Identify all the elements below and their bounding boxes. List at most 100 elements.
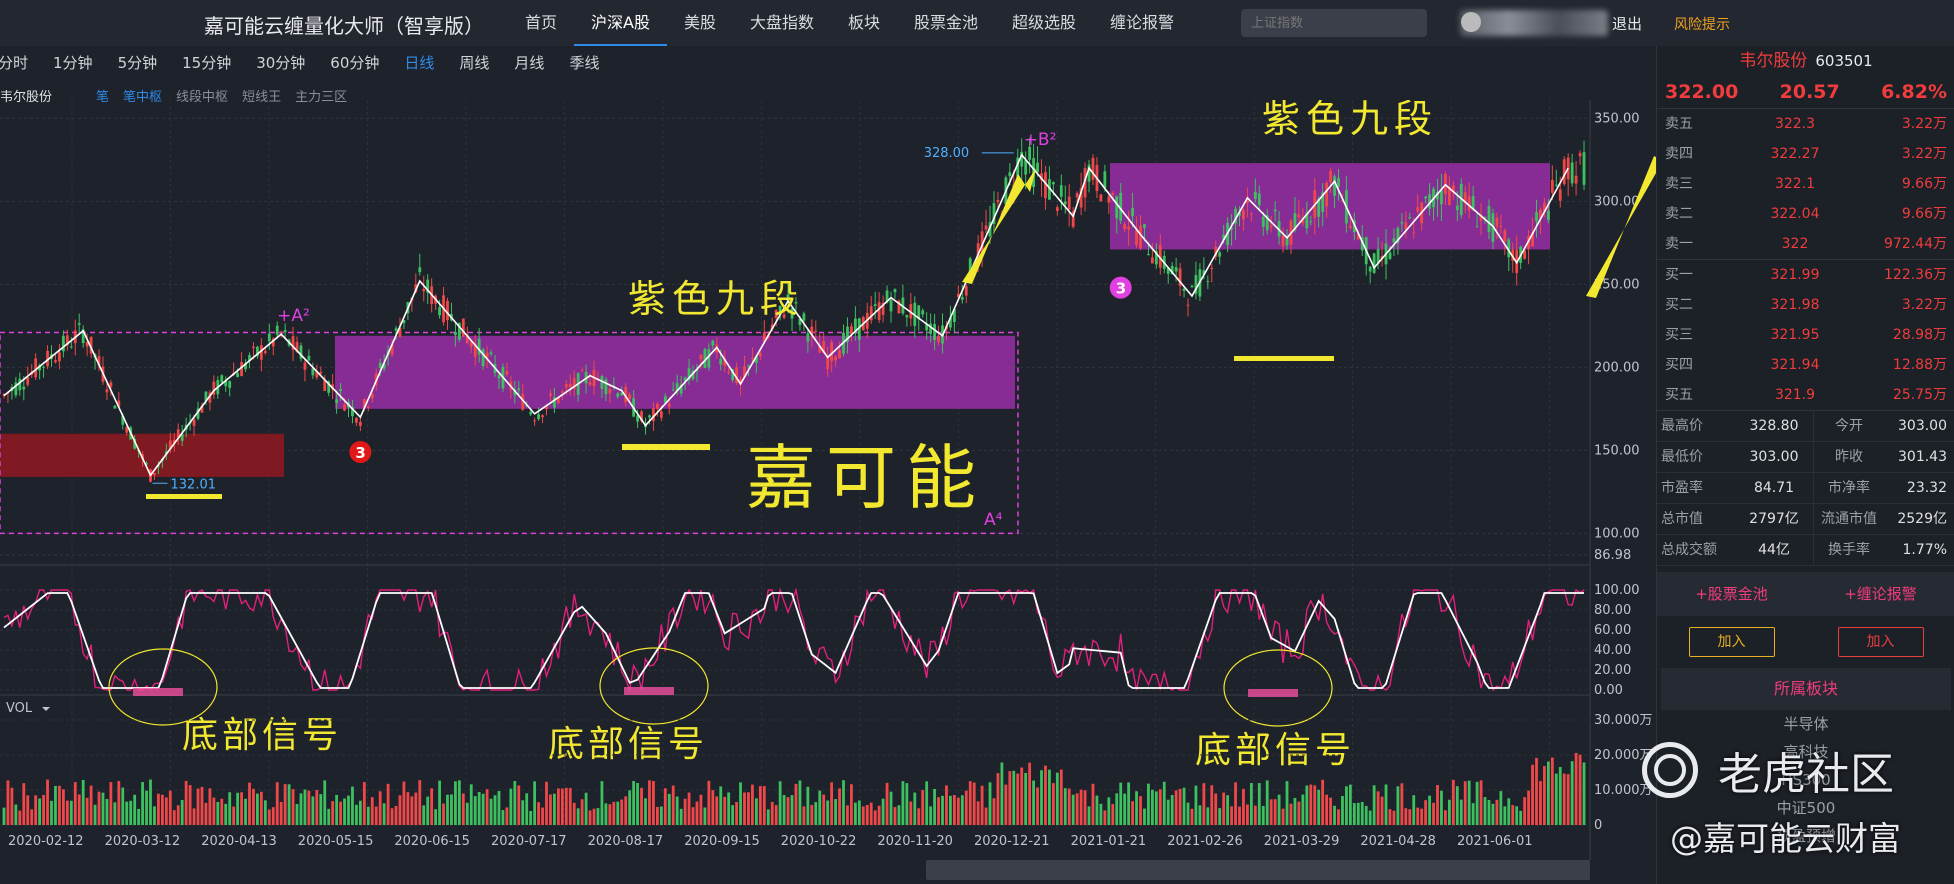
nav-item-3[interactable]: 大盘指数 — [733, 0, 831, 46]
volume-bar — [1083, 790, 1087, 825]
volume-bar — [465, 802, 469, 825]
volume-bar — [1495, 799, 1499, 825]
nav-item-7[interactable]: 缠论报警 — [1093, 0, 1191, 46]
asks-row: 卖四 322.27 3.22万 — [1657, 139, 1954, 169]
period-tab-5[interactable]: 60分钟 — [330, 52, 379, 73]
volume-bar — [988, 782, 992, 825]
volume-bar — [834, 799, 837, 825]
period-tab-4[interactable]: 30分钟 — [256, 52, 305, 73]
period-tab-0[interactable]: 分时 — [0, 52, 28, 73]
volume-bar — [204, 802, 208, 825]
price-tick-label: 86.98 — [1594, 548, 1631, 563]
nav-item-6[interactable]: 超级选股 — [995, 0, 1093, 46]
volume-bar — [937, 797, 940, 825]
candle-body — [1182, 288, 1186, 291]
volume-bar — [1479, 780, 1483, 825]
volume-bar — [394, 806, 398, 825]
nav-item-0[interactable]: 首页 — [508, 0, 574, 46]
volume-bar — [244, 798, 247, 825]
volume-bar — [545, 781, 548, 825]
stat-v2: 303.00 — [1898, 418, 1947, 434]
candle-body — [699, 354, 703, 360]
candle-body — [307, 355, 311, 361]
risk-notice-link[interactable]: 风险提示 — [1674, 14, 1730, 34]
candle-body — [1269, 225, 1273, 228]
logout-link[interactable]: 退出 — [1612, 13, 1642, 34]
main-nav: 首页 沪深A股 美股 大盘指数 板块 股票金池 超级选股 缠论报警 — [508, 0, 1191, 46]
volume-bar — [398, 795, 402, 825]
date-tick-label: 2020-09-15 — [684, 834, 760, 849]
nav-item-4[interactable]: 板块 — [831, 0, 897, 46]
stock-code: 603501 — [1815, 52, 1873, 70]
volume-bar — [271, 807, 275, 825]
chart-scrollbar[interactable] — [926, 860, 1590, 880]
stat-k2: 市净率 — [1828, 480, 1870, 496]
nav-item-2[interactable]: 美股 — [667, 0, 733, 46]
volume-bar — [782, 795, 786, 825]
volume-bar — [133, 794, 137, 825]
search-input[interactable] — [1241, 9, 1427, 37]
volume-bar — [366, 806, 370, 825]
period-tab-9[interactable]: 季线 — [569, 52, 599, 73]
osc-white-line — [3, 592, 1585, 689]
volume-bar — [1174, 790, 1178, 825]
volume-bar — [1000, 762, 1004, 825]
volume-bar — [153, 806, 156, 825]
candle-body — [1257, 193, 1261, 206]
volume-bar — [1048, 769, 1051, 825]
candle-body — [1147, 254, 1150, 256]
volume-bar — [422, 805, 426, 825]
candle-body — [937, 335, 940, 343]
volume-bar — [1531, 764, 1534, 825]
nav-item-1[interactable]: 沪深A股 — [574, 0, 667, 46]
asks-vol: 9.66万 — [1901, 176, 1947, 192]
period-tab-8[interactable]: 月线 — [514, 52, 544, 73]
add-pool-confirm-button[interactable]: 加入 — [1688, 627, 1775, 657]
volume-bar — [303, 789, 307, 825]
volume-bar — [256, 793, 259, 825]
candle-body — [1574, 175, 1578, 184]
period-tab-3[interactable]: 15分钟 — [182, 52, 231, 73]
add-alert-confirm-button[interactable]: 加入 — [1837, 627, 1924, 657]
kline-chart[interactable]: 350.00300.00250.00200.00150.00100.0086.9… — [0, 100, 1656, 860]
volume-bar — [58, 785, 61, 825]
period-tab-1[interactable]: 1分钟 — [53, 52, 93, 73]
volume-bar — [1289, 803, 1293, 825]
stat-k: 最低价 — [1661, 449, 1703, 465]
candle-body — [893, 289, 897, 293]
candle-body — [541, 415, 544, 418]
avatar-icon[interactable] — [1461, 12, 1481, 32]
period-tabs: 分时 1分钟 5分钟 15分钟 30分钟 60分钟 日线 周线 月线 季线 — [0, 52, 624, 73]
period-tab-6[interactable]: 日线 — [404, 52, 434, 73]
candle-body — [1424, 196, 1428, 199]
volume-bar — [438, 780, 441, 825]
candle-body — [1242, 210, 1245, 220]
volume-bar — [374, 806, 378, 825]
volume-bar — [1507, 798, 1511, 825]
candle-body — [113, 405, 117, 409]
volume-bar — [877, 805, 881, 825]
nav-item-5[interactable]: 股票金池 — [897, 0, 995, 46]
volume-bar — [648, 780, 651, 825]
date-tick-label: 2020-11-20 — [877, 834, 953, 849]
volume-bar — [632, 780, 636, 825]
volume-bar — [145, 790, 148, 825]
volume-bar — [1253, 805, 1257, 825]
add-stock-pool-button[interactable]: +股票金池 — [1657, 572, 1806, 616]
add-chan-alert-button[interactable]: +缠论报警 — [1806, 572, 1954, 616]
period-tab-7[interactable]: 周线 — [459, 52, 489, 73]
candle-body — [370, 393, 374, 399]
volume-bar — [1388, 809, 1392, 825]
candle-body — [1412, 232, 1416, 234]
candle-body — [335, 399, 339, 403]
date-tick-label: 2020-02-12 — [8, 834, 84, 849]
sector-item[interactable]: 半导体 — [1657, 710, 1954, 738]
candle-body — [1388, 252, 1392, 259]
period-tab-2[interactable]: 5分钟 — [118, 52, 158, 73]
volume-bar — [295, 803, 299, 825]
candle-body — [54, 360, 57, 363]
candle-body — [1218, 252, 1222, 257]
bids-row: 买四 321.94 12.88万 — [1657, 350, 1954, 380]
volume-bar — [604, 803, 608, 825]
bids-vol: 28.98万 — [1892, 327, 1947, 343]
